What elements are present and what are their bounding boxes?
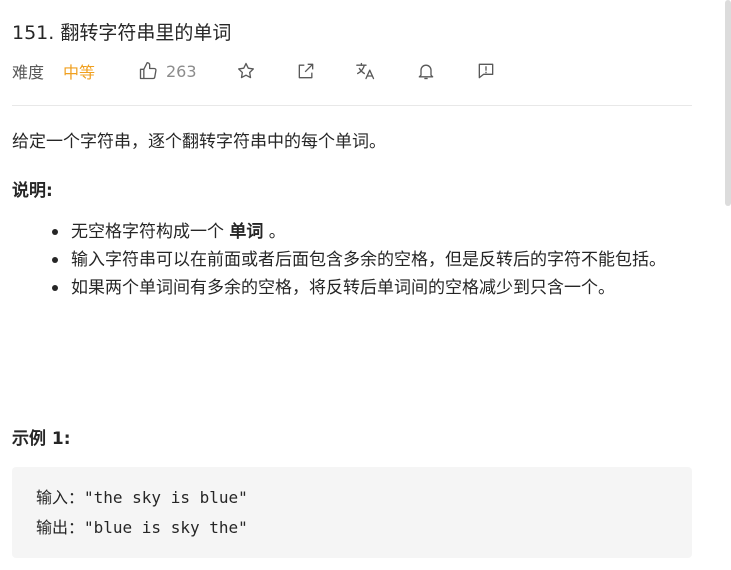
star-icon — [236, 61, 256, 81]
example-code-block: 输入："the sky is blue" 输出："blue is sky the… — [12, 467, 692, 558]
difficulty-value: 中等 — [63, 63, 96, 82]
divider — [12, 105, 692, 106]
example-input: 输入："the sky is blue" — [36, 488, 248, 507]
translate-icon — [355, 61, 377, 81]
subscribe-button[interactable] — [414, 58, 438, 84]
feedback-icon — [476, 61, 496, 81]
share-button[interactable] — [294, 58, 318, 84]
translate-button[interactable] — [354, 58, 378, 84]
example-heading: 示例 1: — [12, 429, 71, 449]
note-bold-term: 单词 — [229, 222, 264, 242]
difficulty-label: 难度 — [12, 63, 45, 82]
bullet — [52, 257, 58, 263]
list-item: 输入字符串可以在前面或者后面包含多余的空格，但是反转后的字符不能包括。 — [50, 247, 680, 273]
example-output: 输出："blue is sky the" — [36, 518, 248, 537]
note-text: 输入字符串可以在前面或者后面包含多余的空格，但是反转后的字符不能包括。 — [71, 250, 666, 270]
scrollbar-thumb[interactable] — [725, 0, 731, 206]
bullet — [52, 229, 58, 235]
problem-title: 151. 翻转字符串里的单词 — [12, 22, 232, 44]
feedback-button[interactable] — [474, 58, 498, 84]
note-text: 如果两个单词间有多余的空格，将反转后单词间的空格减少到只含一个。 — [71, 278, 615, 298]
problem-page: 151. 翻转字符串里的单词 难度 中等 263 给定一个字符串，逐个翻转字符串… — [0, 0, 731, 570]
bullet — [52, 285, 58, 291]
like-button[interactable]: 263 — [138, 58, 197, 84]
thumbs-up-icon — [138, 61, 166, 81]
list-item: 如果两个单词间有多余的空格，将反转后单词间的空格减少到只含一个。 — [50, 275, 680, 301]
list-item: 无空格字符构成一个 单词 。 — [50, 219, 680, 245]
problem-description: 给定一个字符串，逐个翻转字符串中的每个单词。 — [12, 132, 386, 152]
note-text-after: 。 — [263, 222, 286, 242]
problem-meta-bar: 难度 中等 263 — [12, 58, 702, 84]
notes-list: 无空格字符构成一个 单词 。 输入字符串可以在前面或者后面包含多余的空格，但是反… — [50, 219, 680, 303]
share-icon — [296, 61, 316, 81]
favorite-button[interactable] — [234, 58, 258, 84]
bell-icon — [416, 61, 436, 81]
notes-heading: 说明: — [12, 181, 53, 201]
note-text-before: 无空格字符构成一个 — [71, 222, 230, 242]
like-count: 263 — [166, 61, 197, 81]
